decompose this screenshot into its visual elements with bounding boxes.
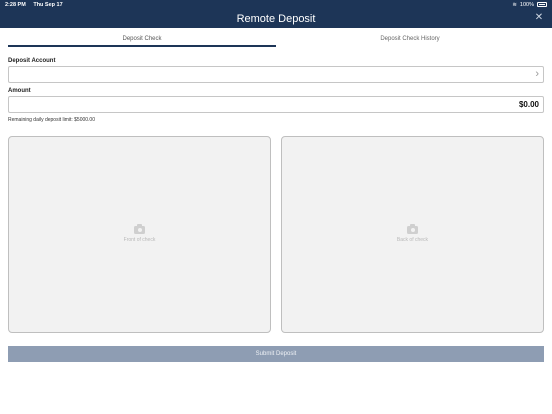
tab-deposit-check[interactable]: Deposit Check: [8, 28, 276, 47]
header: Remote Deposit ✕: [0, 9, 552, 28]
deposit-account-label: Deposit Account: [8, 58, 56, 64]
front-of-check-capture[interactable]: Front of check: [8, 136, 271, 333]
status-left: 2:28 PM Thu Sep 17: [5, 2, 69, 8]
status-bar: 2:28 PM Thu Sep 17 ≋ 100%: [0, 0, 552, 9]
back-of-check-label: Back of check: [396, 237, 429, 243]
close-icon[interactable]: ✕: [534, 13, 544, 23]
camera-icon: [407, 224, 418, 234]
amount-field[interactable]: $0.00: [8, 96, 544, 113]
battery-icon: [537, 2, 547, 7]
status-right: ≋ 100%: [512, 2, 547, 8]
deposit-account-select[interactable]: ›: [8, 66, 544, 83]
camera-icon: [134, 224, 145, 234]
status-time: 2:28 PM: [5, 1, 26, 8]
wifi-icon: ≋: [512, 1, 517, 8]
chevron-right-icon: ›: [535, 68, 539, 80]
back-of-check-capture[interactable]: Back of check: [281, 136, 544, 333]
status-date: Thu Sep 17: [33, 1, 63, 8]
amount-label: Amount: [8, 88, 31, 94]
front-of-check-label: Front of check: [123, 237, 156, 243]
submit-deposit-button[interactable]: Submit Deposit: [8, 346, 544, 362]
tab-deposit-check-history[interactable]: Deposit Check History: [276, 28, 544, 47]
battery-percent: 100%: [519, 1, 534, 8]
amount-value: $0.00: [518, 100, 539, 109]
tab-bar: Deposit Check Deposit Check History: [8, 28, 544, 47]
page-title: Remote Deposit: [236, 12, 316, 25]
daily-limit-text: Remaining daily deposit limit: $5000.00: [8, 117, 95, 123]
